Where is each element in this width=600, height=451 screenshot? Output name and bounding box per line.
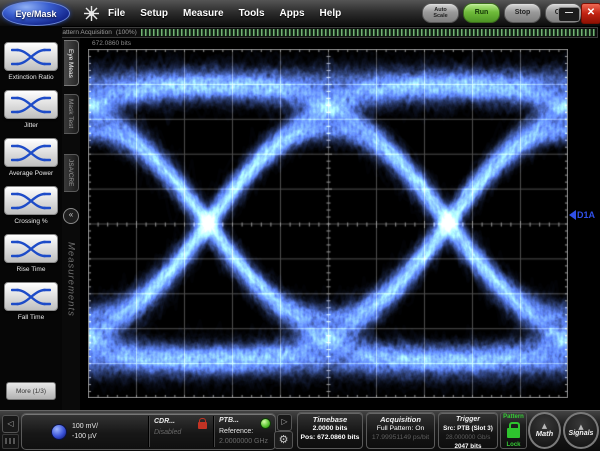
minimize-button[interactable]: — (558, 7, 580, 22)
jitter-icon (11, 95, 51, 115)
trigger-rate: 28.000000 Gb/s (439, 433, 497, 442)
trigger-panel[interactable]: Trigger Src: PTB (Slot 3) 28.000000 Gb/s… (438, 412, 498, 449)
menu-measure[interactable]: Measure (183, 8, 224, 19)
progress-fill (141, 29, 595, 36)
measurement-button-label: Average Power (1, 170, 61, 177)
brightness-icon[interactable] (84, 6, 99, 21)
titlebar: Eye/Mask File Setup Measure Tools Apps Help A… (0, 0, 600, 27)
sidebar-tabstrip: Eye Meas Mask Test JSA/CRE « Measurements (62, 38, 80, 410)
menu-apps[interactable]: Apps (280, 8, 305, 19)
channel-scale: 100 mV/ (72, 422, 98, 431)
measurement-buttons: Extinction Ratio Jitter Average Power Cr… (1, 42, 61, 330)
average-power-icon (11, 143, 51, 163)
fall-time-button[interactable] (4, 282, 58, 311)
pattern-lock-line1: Pattern (501, 413, 526, 421)
extinction-ratio-button[interactable] (4, 42, 58, 71)
menu-setup[interactable]: Setup (140, 8, 168, 19)
acquisition-mode: Full Pattern: On (367, 424, 434, 433)
measurement-button-label: Extinction Ratio (1, 74, 61, 81)
crossing-icon (11, 191, 51, 211)
scroll-left-button[interactable]: ◁ (2, 415, 19, 433)
acquisition-panel[interactable]: Acquisition Full Pattern: On 17.99951149… (366, 412, 435, 449)
pattern-acquisition-bar: Pattern Acquisition (100%) (55, 27, 598, 38)
cdr-title: CDR... (154, 417, 175, 426)
channel-1a-indicator (51, 424, 67, 440)
channel-ground-marker[interactable]: D1A (569, 210, 595, 220)
menu-bar: File Setup Measure Tools Apps Help (108, 0, 341, 26)
timebase-position-readout: 672.0860 bits (92, 40, 131, 47)
measurement-button-label: Fall Time (1, 314, 61, 321)
rise-time-icon (11, 239, 51, 259)
pattern-lock-icon (507, 428, 520, 438)
measurement-button-label: Crossing % (1, 218, 61, 225)
math-button-label: Math (536, 429, 554, 438)
measurement-button-label: Jitter (1, 122, 61, 129)
pattern-lock-indicator[interactable]: Pattern Lock (500, 412, 527, 449)
progress-label: Pattern Acquisition (56, 29, 114, 36)
ptb-status-led (260, 418, 271, 429)
tabs: Eye Meas Mask Test JSA/CRE (62, 38, 80, 192)
eye-diagram-canvas[interactable] (88, 49, 568, 398)
acquisition-rate: 17.99951149 ps/bit (367, 433, 434, 442)
ptb-title: PTB... (219, 416, 239, 425)
menu-help[interactable]: Help (320, 8, 342, 19)
trigger-source: Src: PTB (Slot 3) (439, 424, 497, 433)
menu-file[interactable]: File (108, 8, 125, 19)
ptb-reference-value: 2.0000000 GHz (219, 437, 268, 446)
channel-marker-label: D1A (577, 210, 595, 220)
panel-divider (148, 416, 149, 447)
collapse-sidebar-button[interactable]: « (63, 208, 79, 224)
measurement-button-label: Rise Time (1, 266, 61, 273)
timebase-scale: 2.0000 bits (298, 424, 362, 433)
panel-divider (213, 416, 214, 447)
measurements-strip-label: Measurements (66, 242, 77, 317)
channel-settings-panel[interactable]: 100 mV/ -100 µV CDR... Disabled PTB... R… (21, 413, 276, 450)
trigger-title: Trigger (439, 415, 497, 424)
stop-button[interactable]: Stop (504, 3, 541, 23)
scroll-right-button[interactable]: ▷ (277, 414, 292, 431)
tab-eye-meas[interactable]: Eye Meas (64, 40, 79, 86)
tab-mask-test[interactable]: Mask Test (64, 94, 79, 134)
ptb-reference-label: Reference: (219, 427, 253, 436)
acquisition-title: Acquisition (367, 415, 434, 424)
signals-button[interactable]: ▲ Signals (563, 412, 599, 449)
timebase-position: Pos: 672.0860 bits (298, 433, 362, 442)
auto-scale-button[interactable]: AutoScale (422, 3, 459, 23)
extinction-ratio-icon (11, 47, 51, 67)
progress-percent: (100%) (114, 29, 139, 36)
left-triangle-icon (569, 210, 576, 220)
eye-mask-app-button[interactable]: Eye/Mask (2, 1, 70, 26)
timebase-title: Timebase (298, 415, 362, 424)
rise-time-button[interactable] (4, 234, 58, 263)
signals-button-label: Signals (569, 430, 594, 437)
menu-tools[interactable]: Tools (239, 8, 265, 19)
cdr-status: Disabled (154, 428, 181, 437)
waveform-display: 672.0860 bits D1A (80, 38, 600, 410)
timebase-panel[interactable]: Timebase 2.0000 bits Pos: 672.0860 bits (297, 412, 363, 449)
run-button[interactable]: Run (463, 3, 500, 23)
app-button-label: Eye/Mask (15, 9, 56, 19)
jitter-button[interactable] (4, 90, 58, 119)
math-button[interactable]: ▲ Math (528, 412, 561, 449)
tab-jsa-cre[interactable]: JSA/CRE (64, 154, 79, 192)
fall-time-icon (11, 287, 51, 307)
gear-icon[interactable]: ⚙ (274, 431, 293, 449)
more-measurements-button[interactable]: More (1/3) (6, 382, 56, 400)
pattern-lock-line2: Lock (501, 441, 526, 449)
bottom-control-bar: ◁ 100 mV/ -100 µV CDR... Disabled PTB...… (0, 410, 600, 451)
measurement-sidebar: Extinction Ratio Jitter Average Power Cr… (0, 26, 62, 410)
average-power-button[interactable] (4, 138, 58, 167)
channel-offset: -100 µV (72, 432, 97, 441)
close-button[interactable]: ✕ (581, 3, 600, 24)
crossing--button[interactable] (4, 186, 58, 215)
cdr-lock-icon (198, 422, 207, 429)
layout-grid-icon[interactable] (2, 434, 19, 449)
